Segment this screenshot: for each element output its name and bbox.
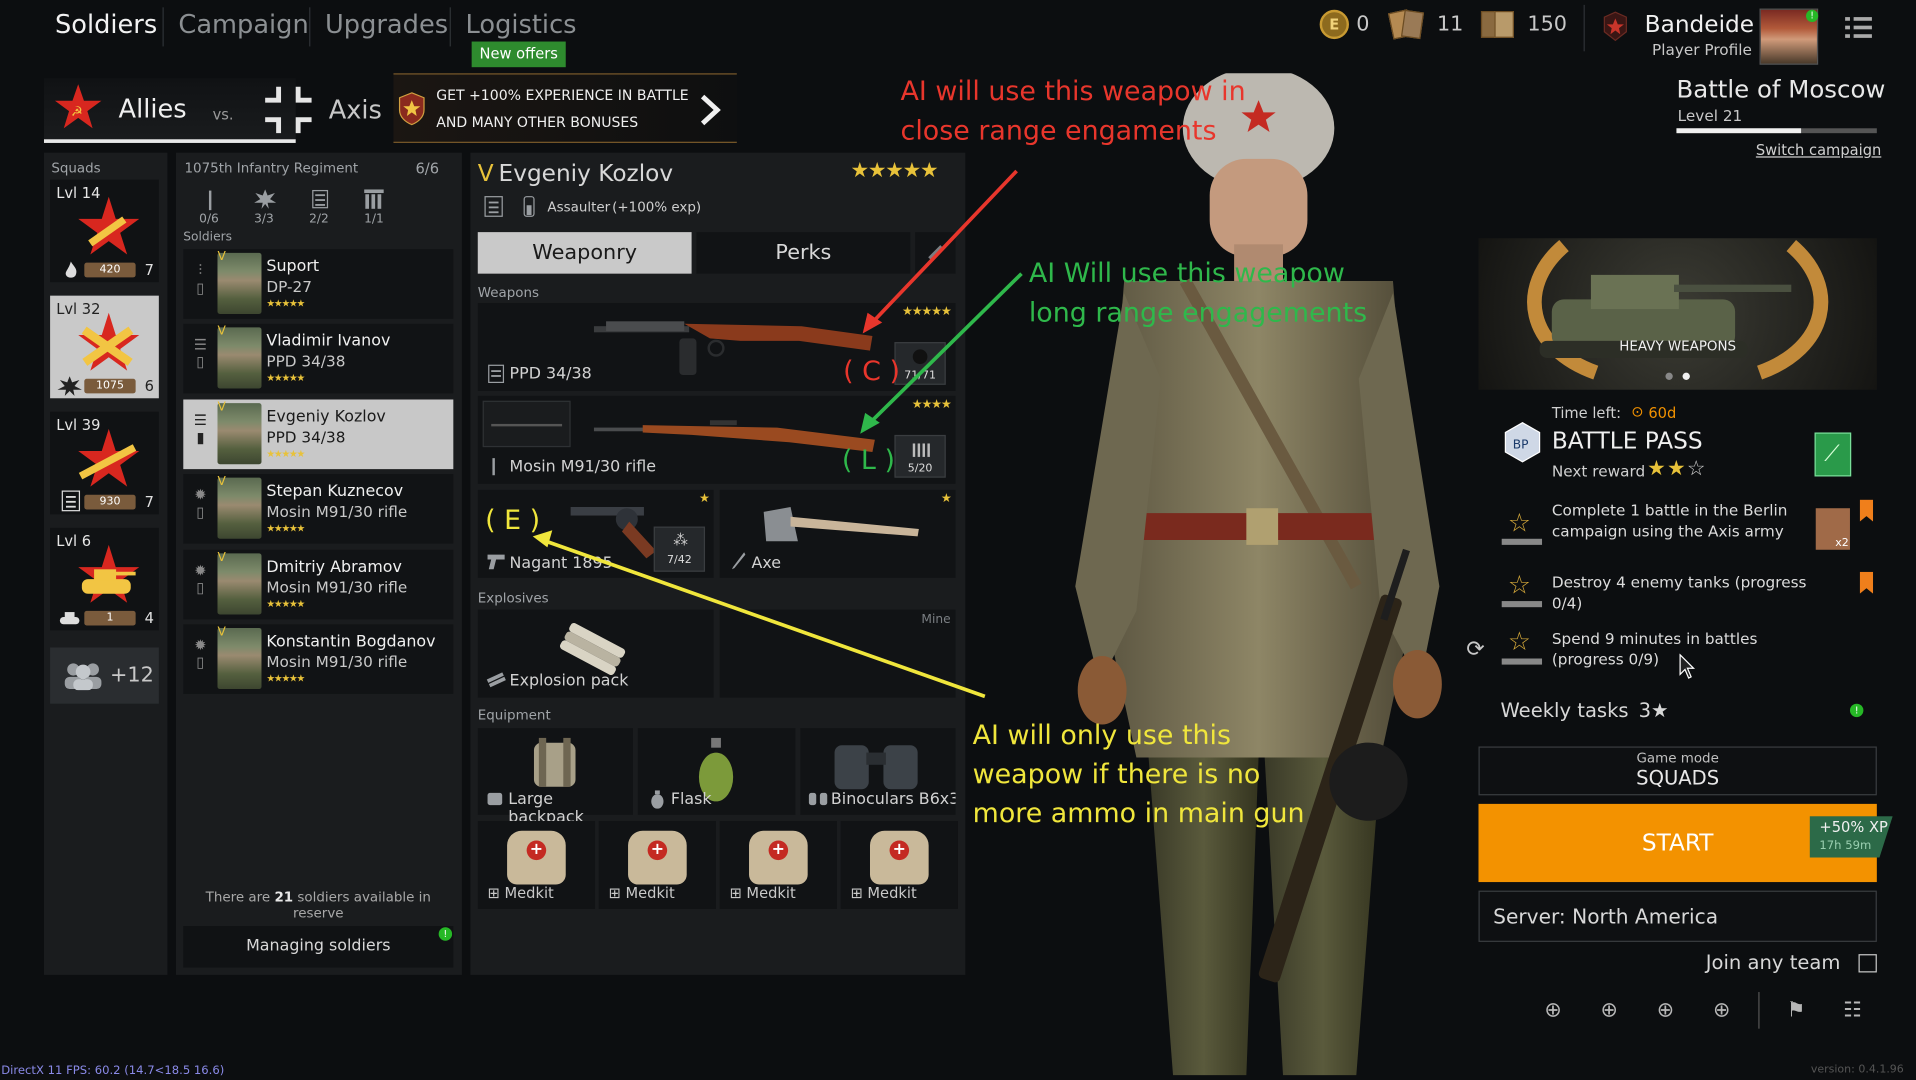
- game-menu-screen: Soldiers Campaign Upgrades Logistics New…: [0, 0, 1916, 1080]
- battle-pass-title[interactable]: BATTLE PASS: [1552, 428, 1703, 455]
- campaign-name: Battle of Moscow: [1676, 74, 1886, 104]
- reward-multiplier: x2: [1835, 537, 1849, 550]
- campaign-level: Level 21: [1677, 106, 1743, 125]
- notification-dot: !: [1849, 703, 1864, 718]
- invite-player-icon[interactable]: ⊕: [1593, 994, 1625, 1026]
- game-mode-selector[interactable]: Game mode SQUADS: [1478, 746, 1877, 796]
- server-label: Server: North America: [1493, 905, 1719, 929]
- task-text: Destroy 4 enemy tanks (progress 0/4): [1551, 572, 1807, 612]
- invite-player-icon[interactable]: ⊕: [1537, 994, 1569, 1026]
- next-reward-label: Next reward: [1551, 461, 1646, 481]
- svg-text:BP: BP: [1513, 437, 1529, 451]
- invite-player-icon[interactable]: ⊕: [1650, 994, 1682, 1026]
- campaign-progress-fill: [1676, 128, 1801, 134]
- task-text: Complete 1 battle in the Berlin campaign…: [1551, 500, 1788, 540]
- task-star-icon: ☆: [1507, 570, 1531, 600]
- version-label: version: 0.4.1.96: [1810, 1064, 1904, 1077]
- mouse-cursor-icon: [1679, 653, 1696, 679]
- weekly-tasks-button[interactable]: Weekly tasks 3★ !: [1478, 688, 1876, 732]
- green-arrow: [866, 272, 1023, 427]
- carousel-dot-active[interactable]: [1682, 372, 1690, 380]
- battle-pass-badge-icon[interactable]: BP: [1502, 421, 1544, 463]
- task-text: Spend 9 minutes in battles (progress 0/9…: [1551, 629, 1758, 668]
- invite-player-icon[interactable]: ⊕: [1706, 994, 1738, 1026]
- weekly-tasks-count: 3★: [1638, 698, 1669, 723]
- weekly-tasks-label: Weekly tasks: [1500, 698, 1629, 723]
- join-any-team-label: Join any team: [1705, 950, 1841, 974]
- clock-icon: ⊙: [1631, 403, 1644, 421]
- party-separator: [1758, 992, 1760, 1029]
- fps-counter: DirectX 11 FPS: 60.2 (14.7<18.5 16.6): [1, 1064, 225, 1078]
- join-any-team-checkbox[interactable]: [1858, 954, 1877, 973]
- task-star-icon: ☆: [1507, 626, 1531, 657]
- time-left-value: 60d: [1648, 404, 1677, 422]
- task-reward[interactable]: x2: [1815, 508, 1850, 550]
- switch-campaign-link[interactable]: Switch campaign: [1756, 142, 1881, 159]
- flag-icon[interactable]: ⚑: [1780, 994, 1812, 1026]
- event-title: HEAVY WEAPONS: [1619, 338, 1737, 355]
- laurel-tank-image: [1527, 239, 1829, 380]
- game-mode-label: Game mode: [1636, 750, 1719, 767]
- yellow-arrow: [541, 538, 986, 699]
- xp-boost-badge[interactable]: +50% XP 17h 59m: [1809, 816, 1893, 858]
- next-reward-stars: ★★☆: [1647, 456, 1707, 482]
- carousel-dot[interactable]: [1665, 372, 1673, 380]
- xp-boost-time: 17h 59m: [1819, 839, 1872, 853]
- game-mode-value: SQUADS: [1636, 766, 1720, 790]
- task-star-icon: ☆: [1507, 508, 1531, 538]
- task-progress-bar: [1501, 601, 1543, 608]
- xp-boost-label: +50% XP: [1819, 818, 1888, 836]
- task-progress-bar: [1501, 538, 1543, 545]
- server-selector[interactable]: Server: North America: [1478, 890, 1877, 942]
- refresh-icon[interactable]: ⟳: [1466, 637, 1484, 663]
- time-left-label: Time left:: [1551, 404, 1622, 422]
- heavy-weapons-event-banner[interactable]: HEAVY WEAPONS: [1478, 238, 1877, 390]
- yellow-arrowhead: [532, 530, 553, 548]
- reward-preview[interactable]: ⟋: [1814, 432, 1852, 477]
- task-progress-bar: [1501, 658, 1543, 665]
- campaign-progress-track: [1676, 128, 1877, 134]
- squad-group-icon[interactable]: ☷: [1837, 994, 1869, 1026]
- weapon-reward-icon: ⟋: [1824, 441, 1840, 467]
